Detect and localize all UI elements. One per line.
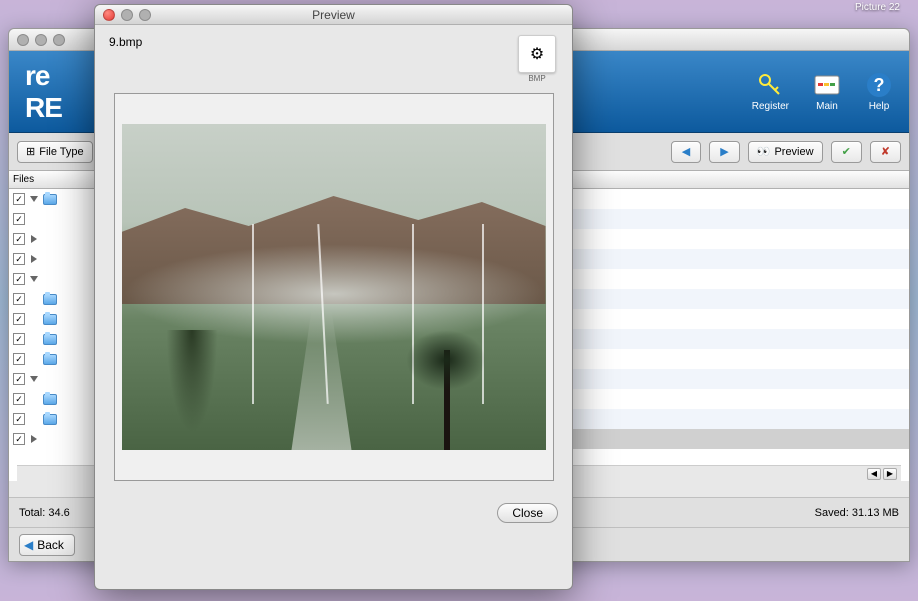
tree-row[interactable]: ✓ — [9, 269, 100, 289]
chevron-right-icon[interactable] — [31, 255, 37, 263]
tree-row[interactable]: ✓ — [9, 329, 100, 349]
gear-icon: ⚙ — [530, 44, 544, 64]
folder-icon — [43, 394, 57, 405]
checkbox[interactable]: ✓ — [13, 433, 25, 445]
checkbox[interactable]: ✓ — [13, 353, 25, 365]
close-icon[interactable] — [17, 34, 29, 46]
binoculars-icon: 👀 — [757, 145, 771, 158]
filetype-icon: ⚙ BMP — [516, 35, 558, 83]
minimize-icon[interactable] — [121, 9, 133, 21]
checkbox[interactable]: ✓ — [13, 193, 25, 205]
key-icon — [756, 71, 784, 99]
scroll-right-icon[interactable]: ▶ — [883, 468, 897, 480]
check-button[interactable]: ✔ — [831, 141, 862, 163]
check-icon: ✔ — [842, 145, 851, 158]
checkbox[interactable]: ✓ — [13, 413, 25, 425]
tree-row[interactable]: ✓ — [9, 349, 100, 369]
zoom-icon[interactable] — [53, 34, 65, 46]
tree-row[interactable]: ✓ — [9, 309, 100, 329]
tree-row[interactable]: ✓ — [9, 249, 100, 269]
chevron-right-icon[interactable] — [31, 235, 37, 243]
tree-row[interactable]: ✓ — [9, 289, 100, 309]
window-icon — [813, 71, 841, 99]
folder-icon — [43, 334, 57, 345]
arrow-left-icon: ◀ — [682, 145, 690, 158]
checkbox[interactable]: ✓ — [13, 273, 25, 285]
app-logo: re RE — [25, 60, 62, 124]
checkbox[interactable]: ✓ — [13, 253, 25, 265]
status-total: Total: 34.6 — [19, 507, 70, 519]
minimize-icon[interactable] — [35, 34, 47, 46]
nav-forward-button[interactable]: ▶ — [709, 141, 739, 163]
folder-icon — [43, 294, 57, 305]
folder-icon — [43, 194, 57, 205]
file-types-button[interactable]: ⊞ File Type — [17, 141, 93, 163]
close-icon[interactable] — [103, 9, 115, 21]
preview-filename: 9.bmp — [109, 35, 142, 49]
back-button[interactable]: ◀ Back — [19, 534, 75, 556]
help-button[interactable]: ? Help — [865, 71, 893, 112]
preview-window: Preview 9.bmp ⚙ BMP Close — [94, 4, 573, 590]
chevron-down-icon[interactable] — [30, 276, 38, 282]
tree-row[interactable]: ✓ — [9, 409, 100, 429]
main-button[interactable]: Main — [813, 71, 841, 112]
tree-row[interactable]: ✓ — [9, 369, 100, 389]
close-button[interactable]: Close — [497, 503, 558, 523]
files-column-header[interactable]: Files — [9, 171, 100, 189]
chevron-down-icon[interactable] — [30, 196, 38, 202]
folder-icon — [43, 354, 57, 365]
tree-row[interactable]: ✓ — [9, 389, 100, 409]
scroll-left-icon[interactable]: ◀ — [867, 468, 881, 480]
files-tree-panel[interactable]: Files ✓ ✓ ✓ ✓ ✓ ✓ ✓ ✓ ✓ ✓ ✓ ✓ ✓ — [9, 171, 101, 481]
chevron-right-icon[interactable] — [31, 435, 37, 443]
status-saved: Saved: 31.13 MB — [815, 507, 899, 519]
checkbox[interactable]: ✓ — [13, 293, 25, 305]
tree-row[interactable]: ✓ — [9, 209, 100, 229]
help-icon: ? — [865, 71, 893, 99]
preview-button[interactable]: 👀 Preview — [748, 141, 823, 163]
checkbox[interactable]: ✓ — [13, 313, 25, 325]
svg-text:?: ? — [874, 75, 885, 95]
preview-image — [114, 93, 554, 481]
nav-back-button[interactable]: ◀ — [671, 141, 701, 163]
zoom-icon[interactable] — [139, 9, 151, 21]
tree-icon: ⊞ — [26, 145, 35, 158]
back-arrow-icon: ◀ — [24, 538, 33, 552]
checkbox[interactable]: ✓ — [13, 373, 25, 385]
preview-title: Preview — [95, 8, 572, 22]
uncheck-button[interactable]: ✘ — [870, 141, 901, 163]
tree-row[interactable]: ✓ — [9, 429, 100, 449]
checkbox[interactable]: ✓ — [13, 393, 25, 405]
desktop-file-label: Picture 22 — [855, 2, 900, 13]
tree-row[interactable]: ✓ — [9, 229, 100, 249]
checkbox[interactable]: ✓ — [13, 213, 25, 225]
preview-titlebar[interactable]: Preview — [95, 5, 572, 25]
tree-row[interactable]: ✓ — [9, 189, 100, 209]
register-button[interactable]: Register — [752, 71, 789, 112]
folder-icon — [43, 414, 57, 425]
checkbox[interactable]: ✓ — [13, 233, 25, 245]
uncheck-icon: ✘ — [881, 145, 890, 158]
folder-icon — [43, 314, 57, 325]
checkbox[interactable]: ✓ — [13, 333, 25, 345]
arrow-right-icon: ▶ — [720, 145, 728, 158]
chevron-down-icon[interactable] — [30, 376, 38, 382]
